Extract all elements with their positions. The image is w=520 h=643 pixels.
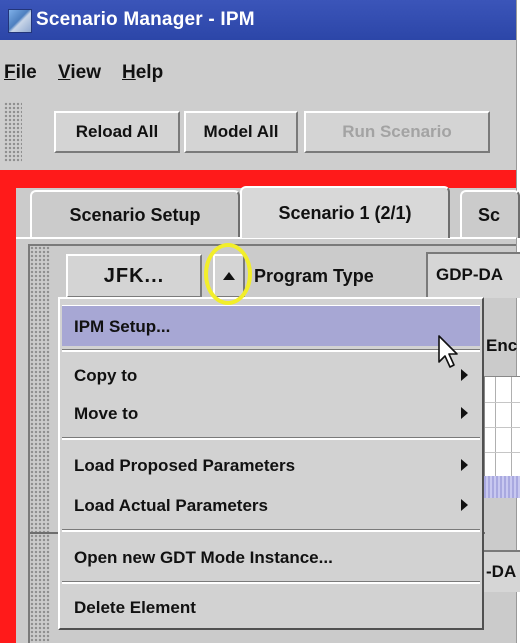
app-icon	[8, 9, 32, 33]
menu-item-open-gdt-mode-instance[interactable]: Open new GDT Mode Instance...	[62, 537, 480, 577]
background-selection-stripe	[484, 476, 520, 498]
menu-separator	[62, 529, 480, 532]
menu-item-ipm-setup[interactable]: IPM Setup...	[62, 305, 480, 346]
menu-separator	[62, 437, 480, 440]
tab-scenario-setup[interactable]: Scenario Setup	[30, 190, 240, 238]
menu-item-label: IPM Setup...	[74, 317, 171, 336]
menu-item-delete-element[interactable]: Delete Element	[62, 587, 480, 627]
submenu-arrow-icon	[461, 407, 468, 419]
mouse-pointer-icon	[438, 335, 458, 368]
toolbar-grip[interactable]	[4, 102, 22, 162]
airport-button[interactable]: JFK...	[66, 254, 202, 298]
content-grip[interactable]	[30, 246, 50, 643]
menu-item-label: Move to	[74, 404, 139, 423]
submenu-arrow-icon	[461, 369, 468, 381]
tab-scenario-1[interactable]: Scenario 1 (2/1)	[240, 186, 450, 238]
menu-view-label: iew	[70, 62, 101, 83]
scenario-manager-window: Scenario Manager - IPM File View Help Re…	[0, 0, 520, 643]
menu-view-mnemonic: V	[58, 62, 71, 83]
background-table	[484, 376, 520, 477]
menu-view[interactable]: View	[58, 62, 101, 84]
toolbar: Reload All Model All Run Scenario	[0, 94, 516, 170]
run-scenario-button[interactable]: Run Scenario	[304, 111, 490, 153]
program-type-label: Program Type	[254, 266, 374, 286]
menu-help-label: elp	[135, 62, 164, 83]
title-bar[interactable]: Scenario Manager - IPM	[0, 0, 516, 40]
submenu-arrow-icon	[461, 459, 468, 471]
background-label-end: Enc	[486, 336, 518, 355]
menu-file-mnemonic: F	[4, 62, 16, 83]
menu-item-label: Load Actual Parameters	[74, 496, 268, 515]
element-menu-button[interactable]	[213, 254, 245, 298]
menu-item-load-actual-parameters[interactable]: Load Actual Parameters	[62, 485, 480, 525]
menu-file[interactable]: File	[4, 62, 37, 84]
window-title: Scenario Manager - IPM	[36, 9, 255, 30]
table-row-divider	[485, 452, 520, 453]
menu-item-label: Load Proposed Parameters	[74, 456, 296, 475]
menu-item-label: Open new GDT Mode Instance...	[74, 548, 333, 567]
triangle-up-icon	[223, 272, 235, 280]
menu-bar: File View Help	[0, 48, 516, 86]
element-popup-menu: IPM Setup... Copy to Move to Load Propos…	[58, 297, 484, 630]
background-label-da: -DA	[486, 562, 517, 581]
model-all-button[interactable]: Model All	[184, 111, 298, 153]
menu-item-copy-to[interactable]: Copy to	[62, 355, 480, 395]
menu-separator	[62, 349, 480, 352]
menu-file-label: ile	[15, 62, 37, 83]
submenu-arrow-icon	[461, 499, 468, 511]
menu-separator	[62, 581, 480, 584]
menu-item-label: Delete Element	[74, 598, 196, 617]
menu-help-mnemonic: H	[122, 62, 136, 83]
menu-item-move-to[interactable]: Move to	[62, 393, 480, 433]
tab-scenario-more[interactable]: Sc	[460, 190, 520, 238]
program-type-field[interactable]: GDP-DA	[426, 252, 520, 298]
menu-help[interactable]: Help	[122, 62, 163, 84]
table-row-divider	[485, 402, 520, 403]
table-row-divider	[485, 427, 520, 428]
menu-item-load-proposed-parameters[interactable]: Load Proposed Parameters	[62, 445, 480, 485]
menu-item-label: Copy to	[74, 366, 138, 385]
reload-all-button[interactable]: Reload All	[54, 111, 180, 153]
